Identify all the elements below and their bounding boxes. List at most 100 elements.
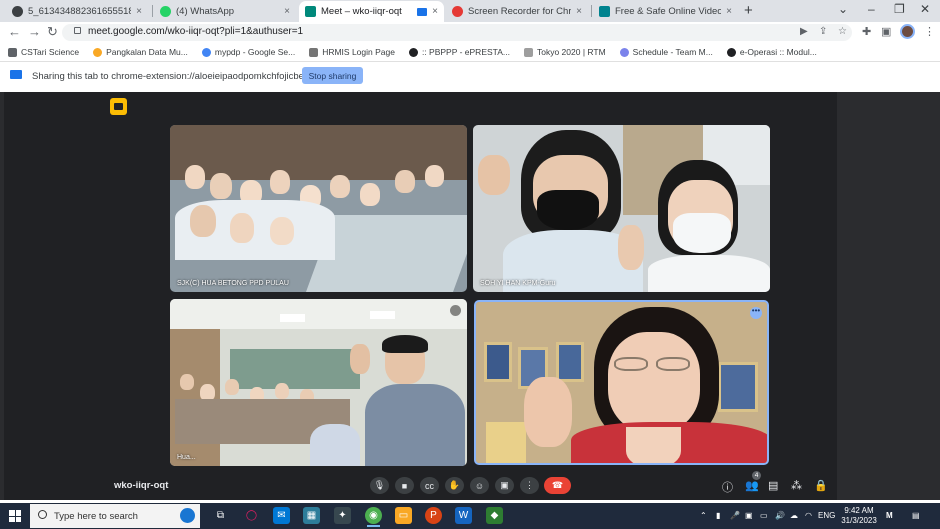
tab-screen-recorder[interactable]: Screen Recorder for Chrome™ - × (446, 1, 588, 22)
tab-title: 5_6134348823616555183.pdf (28, 6, 132, 17)
close-icon[interactable]: × (136, 6, 142, 17)
globe-icon (408, 47, 418, 57)
mic-icon[interactable]: 🎙 (370, 477, 389, 494)
student (275, 383, 289, 399)
recording-badge-icon[interactable] (110, 98, 127, 115)
teacher-hair (382, 335, 428, 353)
powerpoint-icon[interactable]: P (425, 507, 442, 524)
menu-kebab-icon[interactable]: ⋮ (924, 25, 935, 38)
notifications-icon[interactable]: ▤ (912, 511, 920, 520)
window-close-icon[interactable]: ✕ (920, 2, 930, 16)
task-view-icon[interactable]: ⧉ (212, 507, 229, 524)
bookmark-favicon-icon (309, 47, 319, 57)
peace-sign-hand (618, 225, 644, 270)
extensions-icon[interactable]: ✚ (862, 25, 871, 38)
tray-icon[interactable]: ▮ (716, 511, 720, 520)
student (190, 205, 216, 237)
chat-icon[interactable]: ▤ (768, 479, 778, 492)
participant-name: SJK(C) HUA BETONG PPD PULAU (177, 280, 289, 287)
chevron-down-icon[interactable]: ⌄ (838, 2, 848, 16)
activities-icon[interactable]: ⁂ (791, 479, 802, 492)
tab-pdf[interactable]: 5_6134348823616555183.pdf × (6, 1, 148, 22)
info-icon[interactable]: ⓘ (722, 479, 733, 495)
video-tile-active-speaker[interactable]: ••• (474, 300, 769, 465)
close-icon[interactable]: × (576, 6, 582, 17)
restore-icon[interactable]: ❐ (894, 2, 905, 16)
cloud-icon[interactable]: ☁ (790, 511, 798, 520)
captions-icon[interactable]: cc (420, 477, 439, 494)
waving-hand (524, 377, 572, 447)
people-icon[interactable]: 👥 (745, 479, 759, 492)
battery-icon[interactable]: ▭ (760, 511, 768, 520)
bookmark-item[interactable]: CSTari Science (8, 47, 79, 57)
chair (310, 424, 360, 466)
host-controls-icon[interactable]: 🔒 (814, 479, 828, 492)
video-tile[interactable]: Hua... (170, 299, 467, 466)
close-icon[interactable]: × (432, 6, 438, 17)
student (330, 175, 350, 198)
forward-arrow-icon[interactable]: → (28, 24, 41, 39)
student (180, 374, 194, 390)
camera-in-use-icon[interactable]: ▶ (800, 26, 808, 37)
bookmark-item[interactable]: e-Operasi :: Modul... (726, 47, 817, 57)
minimize-icon[interactable]: – (868, 2, 875, 16)
more-options-icon[interactable]: ⋮ (520, 477, 539, 494)
stop-sharing-button[interactable]: Stop sharing (302, 67, 363, 84)
bookmark-item[interactable]: mypdp - Google Se... (201, 47, 295, 57)
video-tile[interactable]: SOH YI HAN KPM-Guru (473, 125, 770, 292)
ceiling-light (280, 314, 305, 322)
app-green-icon[interactable]: ◆ (486, 507, 503, 524)
chrome-icon[interactable]: ◉ (365, 507, 382, 527)
close-icon[interactable]: × (284, 6, 290, 17)
language-indicator[interactable]: ENG (818, 511, 835, 520)
mail-icon[interactable]: ✉ (273, 507, 290, 524)
bookmark-star-icon[interactable]: ☆ (838, 26, 847, 37)
tray-icon[interactable]: ▣ (745, 511, 753, 520)
file-explorer-icon[interactable]: ▭ (395, 507, 412, 524)
app-icon[interactable]: ✦ (334, 507, 351, 524)
student (360, 183, 380, 206)
tab-whatsapp[interactable]: (4) WhatsApp × (154, 1, 296, 22)
app-tray-icon[interactable]: M (886, 511, 893, 520)
bookmark-item[interactable]: Pangkalan Data Mu... (93, 47, 188, 57)
side-panel-icon[interactable]: ▣ (881, 25, 891, 38)
teacher-shirt (365, 384, 465, 466)
reload-icon[interactable]: ↻ (47, 24, 58, 40)
tab-separator (152, 5, 153, 17)
opera-icon[interactable]: ◯ (243, 507, 260, 524)
emoji-icon[interactable]: ☺ (470, 477, 489, 494)
wifi-icon[interactable]: ◠ (805, 511, 812, 520)
ceiling-light (370, 311, 395, 319)
url-text[interactable]: meet.google.com/wko-iiqr-oqt?pli=1&authu… (88, 26, 303, 37)
profile-avatar[interactable] (900, 24, 915, 39)
blackboard (230, 349, 360, 389)
bookmark-item[interactable]: HRMIS Login Page (309, 47, 395, 57)
bookmark-item[interactable]: :: PBPPP - ePRESTA... (408, 47, 510, 57)
tab-meet[interactable]: Meet – wko-iiqr-oqt × (299, 1, 444, 22)
close-icon[interactable]: × (726, 6, 732, 17)
new-tab-button[interactable]: + (744, 2, 753, 19)
share-icon[interactable]: ⇪ (819, 26, 827, 37)
taskbar-clock[interactable]: 9:42 AM 31/3/2023 (838, 506, 880, 526)
present-icon[interactable]: ▣ (495, 477, 514, 494)
screen-share-icon (10, 70, 22, 79)
end-call-button[interactable]: ☎ (544, 477, 571, 494)
meet-icon (305, 6, 316, 17)
bookmark-favicon-icon (8, 47, 17, 57)
video-tile[interactable]: SJK(C) HUA BETONG PPD PULAU (170, 125, 467, 292)
volume-icon[interactable]: 🔊 (775, 511, 785, 520)
chevron-up-icon[interactable]: ⌃ (700, 511, 707, 520)
raise-hand-icon[interactable]: ✋ (445, 477, 464, 494)
tray-icon[interactable]: 🎤 (730, 511, 740, 520)
cortana-icon[interactable] (180, 508, 195, 523)
windows-start-icon[interactable] (9, 510, 21, 522)
bookmark-item[interactable]: Tokyo 2020 | RTM (523, 47, 606, 57)
camera-icon[interactable]: ■ (395, 477, 414, 494)
back-arrow-icon[interactable]: ← (8, 24, 21, 39)
ceiling (170, 299, 467, 329)
bookmark-item[interactable]: Schedule - Team M... (619, 47, 713, 57)
tab-video-screen[interactable]: Free & Safe Online Video Screen × (593, 1, 738, 22)
word-icon[interactable]: W (455, 507, 472, 524)
store-icon[interactable]: ▦ (303, 507, 320, 524)
tile-more-options-icon[interactable]: ••• (750, 307, 762, 319)
